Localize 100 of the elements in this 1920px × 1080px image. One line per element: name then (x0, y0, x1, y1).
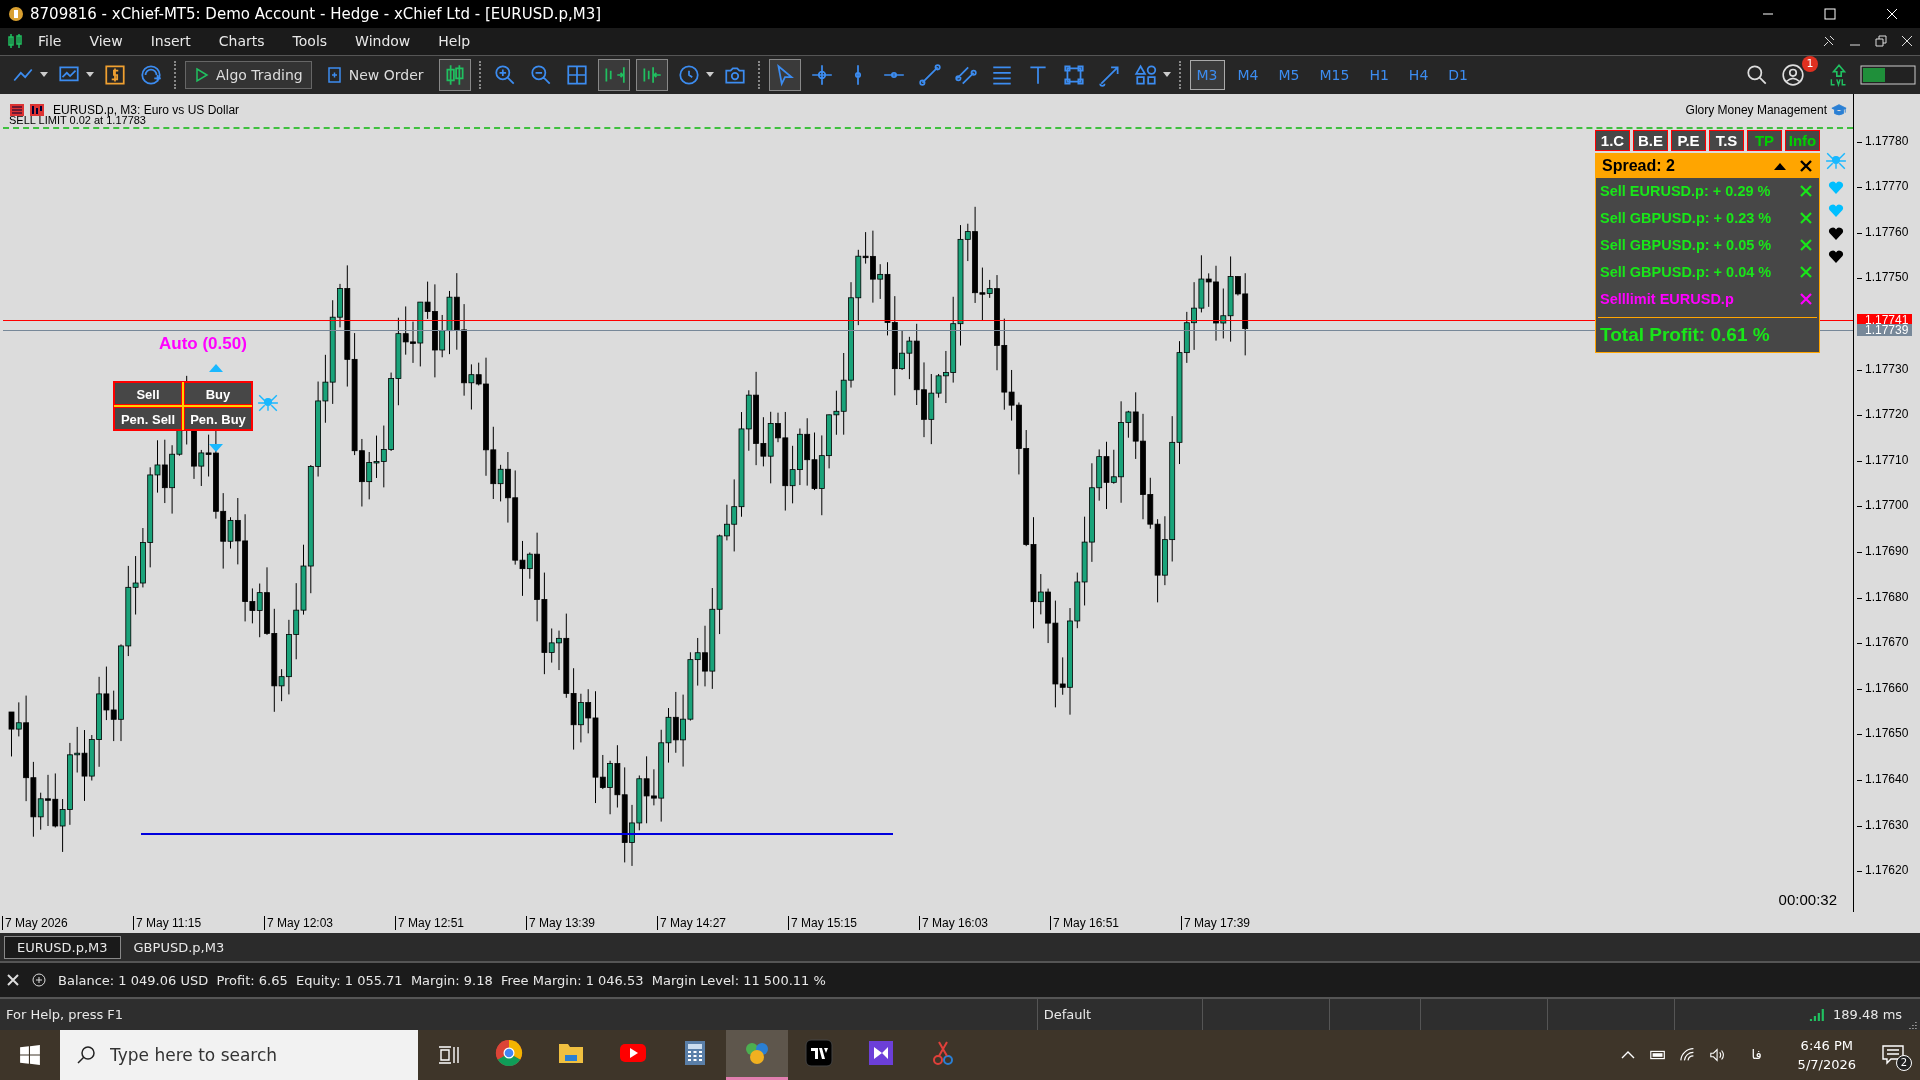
start-icon[interactable] (19, 1044, 41, 1066)
timeframe-tab[interactable]: M4 (1230, 59, 1266, 90)
account-summary: Balance: 1 049.06 USD Profit: 6.65 Equity: 1 055.71 Margin: 9.18 Free Margin: 1 046.53 Margin Level: 11 500.11 % (58, 972, 826, 988)
menu-item[interactable]: Window (341, 33, 425, 50)
time-tick-label: 7 May 2026 (2, 915, 133, 930)
candles-icon[interactable] (438, 58, 471, 91)
candles-icon (8, 33, 24, 50)
menu-item[interactable]: File (24, 33, 76, 50)
heart-icon[interactable] (1828, 226, 1844, 241)
expert-name: Glory Money Management (1685, 102, 1827, 117)
time-tick-label: 7 May 11:15 (133, 915, 264, 930)
price-tick-label: 1.17640 (1857, 771, 1909, 786)
resize-grip-icon[interactable] (1908, 1020, 1918, 1030)
price-tick-label: 1.17690 (1857, 543, 1909, 558)
heart-icon[interactable] (1828, 249, 1844, 264)
language-indicator[interactable]: فا (1751, 1047, 1762, 1063)
timeframe-tab[interactable]: H4 (1401, 59, 1436, 90)
trade-button[interactable]: Pen. Sell (114, 406, 182, 430)
chart-shift-icon[interactable] (635, 58, 668, 91)
menu-item[interactable]: Insert (136, 33, 205, 50)
trade-button[interactable]: Pen. Buy (184, 406, 252, 430)
chart-tab[interactable]: EURUSD.p,M3 (4, 935, 121, 959)
chart-type-icon (29, 101, 45, 118)
time-tick-label: 7 May 15:15 (788, 915, 919, 930)
time-tick-label: 7 May 12:51 (395, 915, 526, 930)
autoscroll-icon[interactable] (597, 58, 630, 91)
notification-badge: 1 (1802, 55, 1818, 72)
trade-button[interactable]: Buy (184, 381, 252, 405)
expand-icon[interactable] (32, 973, 46, 988)
total-profit-label: Total Profit: 0.61 % (1600, 323, 1770, 345)
timeframe-tab[interactable]: D1 (1441, 59, 1475, 90)
close-icon[interactable] (1799, 158, 1813, 173)
close-position-icon[interactable] (1799, 184, 1813, 199)
menu-item[interactable]: Charts (204, 33, 279, 50)
notification-count: 2 (1896, 1055, 1912, 1071)
caret-icon[interactable] (86, 71, 94, 78)
panel-tab[interactable]: Info (1786, 130, 1819, 150)
caret-icon[interactable] (1162, 71, 1171, 78)
maximize-icon[interactable] (1824, 7, 1836, 20)
panel-tab[interactable]: P.E (1672, 130, 1705, 150)
price-tick-label: 1.17730 (1857, 361, 1909, 376)
panel-tab[interactable]: T.S (1710, 130, 1743, 150)
position-label: Sell GBPUSD.p: + 0.04 % (1600, 264, 1773, 281)
menu-item[interactable]: View (75, 33, 137, 50)
panel-tab[interactable]: 1.C (1596, 130, 1629, 150)
trade-button[interactable]: Sell (114, 381, 182, 405)
time-tick-label: 7 May 16:03 (919, 915, 1050, 930)
ping-label: 189.48 ms (1832, 1007, 1904, 1023)
restore-icon[interactable] (1874, 34, 1888, 49)
timeframe-tab[interactable]: M15 (1312, 59, 1357, 90)
graduation-cap-icon (1831, 101, 1847, 118)
position-label: Sell GBPUSD.p: + 0.05 % (1600, 237, 1773, 254)
up-triangle-icon (209, 363, 223, 372)
cursor-icon[interactable] (768, 58, 801, 91)
browser-icon (495, 1039, 523, 1068)
price-tick-label: 1.17780 (1857, 133, 1909, 148)
price-tick-label: 1.17680 (1857, 589, 1909, 604)
price-tick-label: 1.17700 (1857, 498, 1909, 513)
search-icon (76, 1045, 96, 1065)
pin-icon[interactable] (1822, 34, 1836, 49)
price-tick-label: 1.17770 (1857, 179, 1909, 194)
time-tick-label: 7 May 13:39 (526, 915, 657, 930)
down-triangle-icon (209, 443, 223, 452)
panel-tab[interactable]: TP (1748, 130, 1781, 150)
position-label: Selllimit EURUSD.p (1600, 291, 1735, 308)
close-icon[interactable] (1900, 34, 1914, 49)
chart-app-icon (805, 1039, 833, 1068)
lot-size-label: Auto (0.50) (159, 333, 247, 354)
candle-timer: 00:00:32 (1778, 890, 1837, 908)
panel-tab[interactable]: B.E (1634, 130, 1667, 150)
profile-name: Default (1036, 999, 1203, 1030)
taskbar-search-field[interactable]: Type here to search (60, 1030, 418, 1080)
caret-icon[interactable] (705, 71, 714, 78)
algo-trading-button[interactable]: Algo Trading (185, 60, 312, 89)
app-logo-icon (8, 5, 24, 22)
notification-icon[interactable] (1882, 1045, 1904, 1065)
price-tick-label: 1.17620 (1857, 863, 1909, 878)
spread-label: Spread: 2 (1602, 156, 1676, 175)
play-icon (194, 66, 210, 83)
time-tick-label: 7 May 16:51 (1050, 915, 1181, 930)
caret-icon[interactable] (40, 71, 48, 78)
close-position-icon[interactable] (1799, 238, 1813, 253)
close-position-icon[interactable] (1799, 211, 1813, 226)
price-tick-label: 1.17660 (1857, 680, 1909, 695)
menu-item[interactable]: Help (424, 33, 485, 50)
clock-date[interactable]: 5/7/2026 (1797, 1057, 1856, 1072)
position-label: Sell EURUSD.p: + 0.29 % (1600, 183, 1772, 200)
menu-item[interactable]: Tools (278, 33, 342, 50)
clock-time[interactable]: 6:46 PM (1800, 1038, 1853, 1053)
chart-tab[interactable]: GBPUSD.p,M3 (120, 935, 238, 959)
time-tick-label: 7 May 14:27 (657, 915, 788, 930)
price-tick-label: 1.17760 (1857, 224, 1909, 239)
time-tick-label: 7 May 12:03 (264, 915, 395, 930)
close-position-icon[interactable] (1799, 265, 1813, 280)
timeframe-tab[interactable]: M5 (1271, 59, 1307, 90)
battery-meter-icon (1860, 64, 1916, 85)
price-tick-label: 1.17650 (1857, 726, 1909, 741)
timeframe-tab[interactable]: H1 (1362, 59, 1396, 90)
close-position-icon[interactable] (1799, 292, 1813, 307)
task-view-icon[interactable] (438, 1045, 460, 1065)
